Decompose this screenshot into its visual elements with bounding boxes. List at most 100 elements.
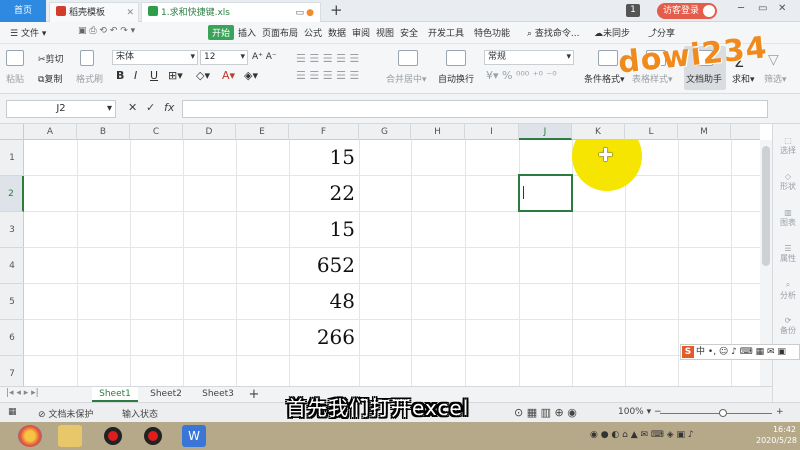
menu-view[interactable]: 视图 xyxy=(376,26,394,39)
cell-f5[interactable]: 48 xyxy=(289,289,355,313)
share-button[interactable]: ⤴分享 xyxy=(648,26,675,39)
confirm-icon[interactable]: ✓ xyxy=(146,101,155,114)
font-color-icon[interactable]: A▾ xyxy=(222,69,235,82)
close-icon[interactable]: ✕ xyxy=(126,3,134,22)
side-shape-button[interactable]: ◇ 形状 xyxy=(776,172,800,192)
menu-developer[interactable]: 开发工具 xyxy=(428,26,464,39)
maximize-icon[interactable]: ▭ xyxy=(758,3,767,14)
cell-grid[interactable]: 15 22 15 652 48 266 ✚ xyxy=(24,140,760,386)
new-tab-button[interactable]: + xyxy=(330,1,343,19)
column-header-i[interactable]: I xyxy=(465,124,519,140)
font-name-select[interactable]: 宋体 ▾ xyxy=(112,50,198,65)
wrap-text-icon[interactable] xyxy=(446,50,466,66)
side-chart-button[interactable]: ▥ 图表 xyxy=(776,208,800,228)
quick-access-icons[interactable]: ▣ ⎙ ⟲ ↶ ↷ ▾ xyxy=(78,26,135,36)
scrollbar-thumb[interactable] xyxy=(762,146,770,266)
number-format-select[interactable]: 常规 ▾ xyxy=(484,50,574,65)
row-header-4[interactable]: 4 xyxy=(0,248,24,284)
cut-button[interactable]: ✂剪切 xyxy=(38,52,64,65)
side-analysis-button[interactable]: ⌕ 分析 xyxy=(776,280,800,301)
folder-icon[interactable] xyxy=(58,425,82,447)
cell-f6[interactable]: 266 xyxy=(289,325,355,349)
tab-template[interactable]: 稻壳模板 ✕ xyxy=(49,2,139,22)
sheet-tab-1[interactable]: Sheet1 xyxy=(92,387,138,402)
align-horizontal-icons[interactable]: ☰ ☰ ☰ ☰ ☰ xyxy=(296,69,359,82)
zoom-slider-knob[interactable] xyxy=(719,409,727,417)
side-select-button[interactable]: ⬚ 选择 xyxy=(776,136,800,156)
ime-toolbar[interactable]: S中 •, ☺ ♪ ⌨ ▦ ✉ ▣ xyxy=(680,344,800,360)
add-sheet-button[interactable]: + xyxy=(246,387,262,402)
tab-options-icon[interactable]: ▭ xyxy=(295,3,304,22)
formula-input[interactable] xyxy=(182,100,768,118)
zoom-slider-track[interactable] xyxy=(660,413,772,414)
column-header-e[interactable]: E xyxy=(236,124,289,140)
select-all-corner[interactable] xyxy=(0,124,24,140)
clear-format-icon[interactable]: ◈▾ xyxy=(244,69,258,82)
cancel-icon[interactable]: ✕ xyxy=(128,101,137,114)
paste-icon[interactable] xyxy=(6,50,24,66)
paste-button[interactable]: 粘贴 xyxy=(6,72,24,85)
view-mode-icons[interactable]: ⊙ ▦ ▥ ⊕ ◉ xyxy=(514,406,577,419)
sum-button[interactable]: 求和▾ xyxy=(732,72,755,85)
tab-home[interactable]: 首页 xyxy=(0,0,46,22)
zoom-in-icon[interactable]: + xyxy=(776,407,784,417)
close-window-icon[interactable]: ✕ xyxy=(778,3,786,14)
browser-icon[interactable] xyxy=(18,425,42,447)
merge-center-button[interactable]: 合并居中▾ xyxy=(386,72,427,85)
wps-app-icon[interactable]: W xyxy=(182,425,206,447)
column-header-a[interactable]: A xyxy=(24,124,77,140)
conditional-format-button[interactable]: 条件格式▾ xyxy=(584,72,625,85)
record-icon[interactable] xyxy=(144,427,162,445)
cell-f4[interactable]: 652 xyxy=(289,253,355,277)
active-cell-j2[interactable] xyxy=(518,174,573,212)
format-painter-button[interactable]: 格式刷 xyxy=(76,72,103,85)
ime-mode[interactable]: 中 xyxy=(696,347,705,357)
tray-icons[interactable]: ◉ ● ◐ ⌂ ▲ ✉ ⌨ ◈ ▣ ♪ xyxy=(590,430,694,440)
side-property-button[interactable]: ☰ 属性 xyxy=(776,244,800,264)
font-size-select[interactable]: 12 ▾ xyxy=(200,50,248,65)
macro-icon[interactable]: ▦ xyxy=(8,407,17,417)
sync-status[interactable]: ☁未同步 xyxy=(594,26,630,39)
minimize-icon[interactable]: ─ xyxy=(738,3,744,14)
menu-insert[interactable]: 插入 xyxy=(238,26,256,39)
menu-start[interactable]: 开始 xyxy=(208,25,235,40)
wrap-text-button[interactable]: 自动换行 xyxy=(438,72,474,85)
menu-page-layout[interactable]: 页面布局 xyxy=(262,26,298,39)
sheet-nav-icons[interactable]: |◂ ◂ ▸ ▸| xyxy=(6,388,39,398)
column-header-k[interactable]: K xyxy=(572,124,625,140)
cell-f2[interactable]: 22 xyxy=(289,181,355,205)
column-header-l[interactable]: L xyxy=(625,124,678,140)
border-icon[interactable]: ⊞▾ xyxy=(168,69,183,82)
column-header-b[interactable]: B xyxy=(77,124,130,140)
cell-f1[interactable]: 15 xyxy=(289,145,355,169)
row-header-5[interactable]: 5 xyxy=(0,284,24,320)
conditional-format-icon[interactable] xyxy=(598,50,618,66)
row-header-1[interactable]: 1 xyxy=(0,140,24,176)
command-search[interactable]: ⌕ 查找命令... xyxy=(527,26,580,39)
menu-security[interactable]: 安全 xyxy=(400,26,418,39)
copy-button[interactable]: ⧉复制 xyxy=(38,72,62,85)
font-grow-icon[interactable]: A⁺ A⁻ xyxy=(252,52,277,62)
column-header-g[interactable]: G xyxy=(359,124,411,140)
menu-file[interactable]: ☰ 文件 ▾ xyxy=(10,26,46,39)
protect-status[interactable]: ⊘ 文档未保护 xyxy=(38,407,93,420)
column-header-f[interactable]: F xyxy=(289,124,359,140)
row-header-3[interactable]: 3 xyxy=(0,212,24,248)
menu-features[interactable]: 特色功能 xyxy=(474,26,510,39)
side-backup-button[interactable]: ⟳ 备份 xyxy=(776,316,800,336)
fill-color-icon[interactable]: ◇▾ xyxy=(196,69,210,82)
align-top-icons[interactable]: ☰ ☰ ☰ ☰ ☰ xyxy=(296,52,359,65)
tab-file[interactable]: 1.求和快捷键.xls ▭ ● xyxy=(141,2,321,22)
login-button[interactable]: 访客登录 xyxy=(657,3,717,19)
column-header-m[interactable]: M xyxy=(678,124,731,140)
window-count-badge[interactable]: 1 xyxy=(626,4,640,17)
ime-tools-icons[interactable]: •, ☺ ♪ ⌨ ▦ ✉ ▣ xyxy=(708,347,786,357)
column-header-h[interactable]: H xyxy=(411,124,465,140)
menu-review[interactable]: 审阅 xyxy=(352,26,370,39)
italic-icon[interactable]: I xyxy=(134,69,137,82)
bold-icon[interactable]: B xyxy=(116,69,124,82)
insert-function-button[interactable]: fx xyxy=(164,101,174,114)
cell-f3[interactable]: 15 xyxy=(289,217,355,241)
column-header-j[interactable]: J xyxy=(519,124,572,140)
row-header-6[interactable]: 6 xyxy=(0,320,24,356)
